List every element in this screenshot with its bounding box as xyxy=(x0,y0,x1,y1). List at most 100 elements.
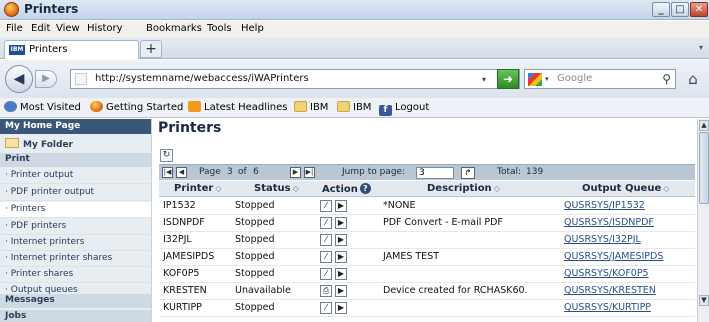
sidebar-item-printer-shares[interactable]: · Printer shares xyxy=(0,267,151,283)
start-action-icon[interactable]: ▶ xyxy=(335,285,347,297)
output-queue-link[interactable]: QUSRSYS/KRESTEN xyxy=(564,285,656,296)
column-label: Action xyxy=(322,184,358,195)
tab-printers[interactable]: IBM Printers xyxy=(4,40,139,59)
firefox-icon xyxy=(4,2,19,17)
properties-action-icon[interactable]: ⁄ xyxy=(320,268,332,280)
output-queue-link[interactable]: QUSRSYS/KURTIPP xyxy=(564,302,651,313)
next-page-icon: ▶ xyxy=(292,168,299,176)
new-tab-button[interactable]: + xyxy=(140,40,162,58)
jump-page-input[interactable]: 3 xyxy=(416,167,454,179)
bookmark-logout[interactable]: f Logout xyxy=(379,101,429,116)
sidebar-section-messages[interactable]: Messages xyxy=(0,294,151,308)
refresh-button[interactable]: ↻ xyxy=(160,149,173,162)
scroll-down-icon[interactable]: ▼ xyxy=(699,295,709,306)
bookmark-ibm-2[interactable]: IBM xyxy=(337,101,371,115)
back-button[interactable]: ◀ xyxy=(5,65,33,93)
last-page-icon: ▶| xyxy=(305,168,314,176)
menu-view[interactable]: View xyxy=(56,23,80,34)
start-action-icon[interactable]: ▶ xyxy=(335,268,347,280)
column-printer[interactable]: Printer ◇ xyxy=(174,183,221,194)
column-description[interactable]: Description ◇ xyxy=(427,183,500,194)
start-action-icon[interactable]: ▶ xyxy=(335,251,347,263)
url-text[interactable]: http://systemname/webaccess/iWAPrinters xyxy=(95,73,309,84)
sort-icon: ◇ xyxy=(292,184,299,193)
navigation-toolbar: ◀ ▶ http://systemname/webaccess/iWAPrint… xyxy=(0,60,709,98)
menu-bookmarks[interactable]: Bookmarks xyxy=(146,23,202,34)
folder-icon xyxy=(294,101,307,112)
sidebar-home[interactable]: My Home Page xyxy=(0,119,151,134)
menu-history[interactable]: History xyxy=(87,23,123,34)
search-placeholder[interactable]: Google xyxy=(557,73,592,84)
bookmark-getting-started[interactable]: Getting Started xyxy=(90,101,183,115)
output-queue-link[interactable]: QUSRSYS/KOF0P5 xyxy=(564,268,649,279)
sidebar-item-internet-printers[interactable]: · Internet printers xyxy=(0,235,151,251)
menu-file[interactable]: File xyxy=(6,23,23,34)
printer-status: Stopped xyxy=(235,234,275,245)
sidebar-my-folder[interactable]: My Folder xyxy=(0,136,151,151)
scroll-up-icon[interactable]: ▲ xyxy=(699,120,709,131)
menu-tools[interactable]: Tools xyxy=(207,23,232,34)
page-title: Printers xyxy=(158,120,222,136)
engine-dropdown-icon[interactable]: ▾ xyxy=(545,75,549,83)
most-visited-icon xyxy=(4,101,17,112)
menu-help[interactable]: Help xyxy=(241,23,264,34)
maximize-button[interactable]: □ xyxy=(671,2,689,17)
start-action-icon[interactable]: ▶ xyxy=(335,234,347,246)
home-button[interactable]: ⌂ xyxy=(683,71,703,89)
printer-name: JAMESIPDS xyxy=(163,251,215,262)
close-button[interactable]: ✕ xyxy=(690,2,708,17)
sidebar-item-pdf-printer-output[interactable]: · PDF printer output xyxy=(0,185,151,201)
page-prefix: Page xyxy=(199,167,221,177)
sidebar-item-label: Printer shares xyxy=(10,269,74,279)
next-page-button[interactable]: ▶ xyxy=(290,167,301,178)
table-header: Printer ◇ Status ◇ Action? Description ◇ Ou… xyxy=(159,181,695,197)
output-queue-link[interactable]: QUSRSYS/JAMESIPDS xyxy=(564,251,663,262)
menu-edit[interactable]: Edit xyxy=(31,23,50,34)
search-bar[interactable]: ▾ Google ⚲ xyxy=(524,69,676,89)
output-queue-link[interactable]: QUSRSYS/I32PJL xyxy=(564,234,641,245)
start-action-icon[interactable]: ▶ xyxy=(335,217,347,229)
page-current: 3 xyxy=(227,167,233,177)
previous-page-button[interactable]: ◀ xyxy=(176,167,187,178)
properties-action-icon[interactable]: ⁄ xyxy=(320,217,332,229)
output-queue-link[interactable]: QUSRSYS/ISDNPDF xyxy=(564,217,654,228)
column-output-queue[interactable]: Output Queue ◇ xyxy=(582,183,669,194)
output-queue-link[interactable]: QUSRSYS/IP1532 xyxy=(564,200,645,211)
bookmark-ibm-1[interactable]: IBM xyxy=(294,101,328,115)
search-icon[interactable]: ⚲ xyxy=(662,72,671,86)
table-row: KURTIPP Stopped ⁄ ▶ QUSRSYS/KURTIPP xyxy=(159,300,695,317)
vertical-scrollbar[interactable]: ▲ ▼ xyxy=(697,119,709,322)
start-action-icon[interactable]: ▶ xyxy=(335,200,347,212)
google-icon[interactable] xyxy=(528,73,542,86)
sidebar-item-printer-output[interactable]: · Printer output xyxy=(0,168,151,184)
minimize-button[interactable]: _ xyxy=(652,2,670,17)
forward-button[interactable]: ▶ xyxy=(35,70,57,88)
last-page-button[interactable]: ▶| xyxy=(304,167,315,178)
column-label: Output Queue xyxy=(582,183,662,194)
sidebar-section-print[interactable]: Print xyxy=(0,153,151,167)
properties-action-icon[interactable]: ⁄ xyxy=(320,234,332,246)
url-bar[interactable]: http://systemname/webaccess/iWAPrinters … xyxy=(70,69,520,89)
sidebar-item-printers[interactable]: · Printers xyxy=(0,202,151,218)
page-icon xyxy=(75,73,87,85)
jump-go-button[interactable]: ↱ xyxy=(461,167,475,179)
properties-action-icon[interactable]: ⁄ xyxy=(320,251,332,263)
refresh-icon: ↻ xyxy=(162,150,171,160)
sidebar-item-pdf-printers[interactable]: · PDF printers xyxy=(0,219,151,235)
column-status[interactable]: Status ◇ xyxy=(254,183,299,194)
history-dropdown-icon[interactable]: ▾ xyxy=(482,75,486,84)
tab-list-icon[interactable]: ▾ xyxy=(699,43,703,52)
properties-action-icon[interactable]: ⁄ xyxy=(320,302,332,314)
go-button[interactable]: ➜ xyxy=(497,69,519,89)
minimize-icon: _ xyxy=(658,4,664,15)
properties-action-icon[interactable]: ⁄ xyxy=(320,200,332,212)
print-action-icon[interactable]: ⎙ xyxy=(320,285,332,297)
sidebar-section-jobs[interactable]: Jobs xyxy=(0,310,151,322)
bookmark-most-visited[interactable]: Most Visited xyxy=(4,101,81,115)
bookmark-latest-headlines[interactable]: Latest Headlines xyxy=(188,101,288,115)
start-action-icon[interactable]: ▶ xyxy=(335,302,347,314)
sidebar-item-internet-printer-shares[interactable]: · Internet printer shares xyxy=(0,251,151,267)
first-page-button[interactable]: |◀ xyxy=(162,167,173,178)
scroll-thumb[interactable] xyxy=(699,132,709,204)
help-icon[interactable]: ? xyxy=(359,183,371,194)
